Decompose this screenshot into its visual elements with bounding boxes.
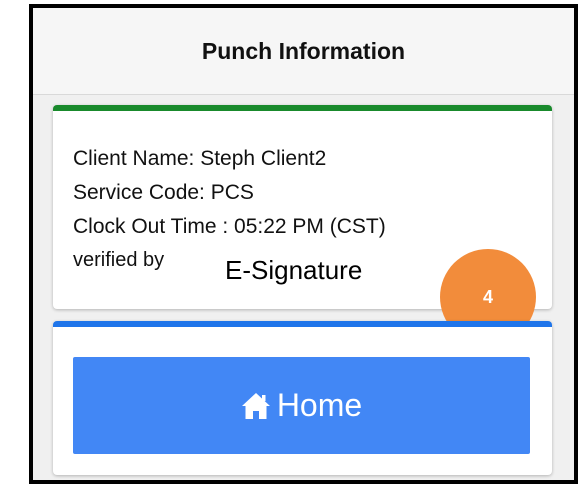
page-title: Punch Information bbox=[201, 38, 406, 64]
punch-information-screen: Punch Information Client Name: Steph Cli… bbox=[29, 4, 578, 484]
verification-method-text: E-Signature bbox=[225, 255, 363, 285]
header-bar: Punch Information bbox=[33, 8, 574, 95]
verified-by-label: verified by bbox=[73, 249, 165, 271]
home-card: Home bbox=[53, 321, 552, 475]
home-button[interactable]: Home bbox=[73, 357, 530, 454]
clock-out-time-text: Clock Out Time : 05:22 PM (CST) bbox=[73, 215, 386, 238]
home-button-label: Home bbox=[276, 387, 363, 423]
service-code-text: Service Code: PCS bbox=[73, 181, 254, 204]
client-name-text: Client Name: Steph Client2 bbox=[73, 147, 327, 170]
home-icon bbox=[241, 392, 270, 419]
punch-info-card: Client Name: Steph Client2 Service Code:… bbox=[53, 105, 552, 345]
